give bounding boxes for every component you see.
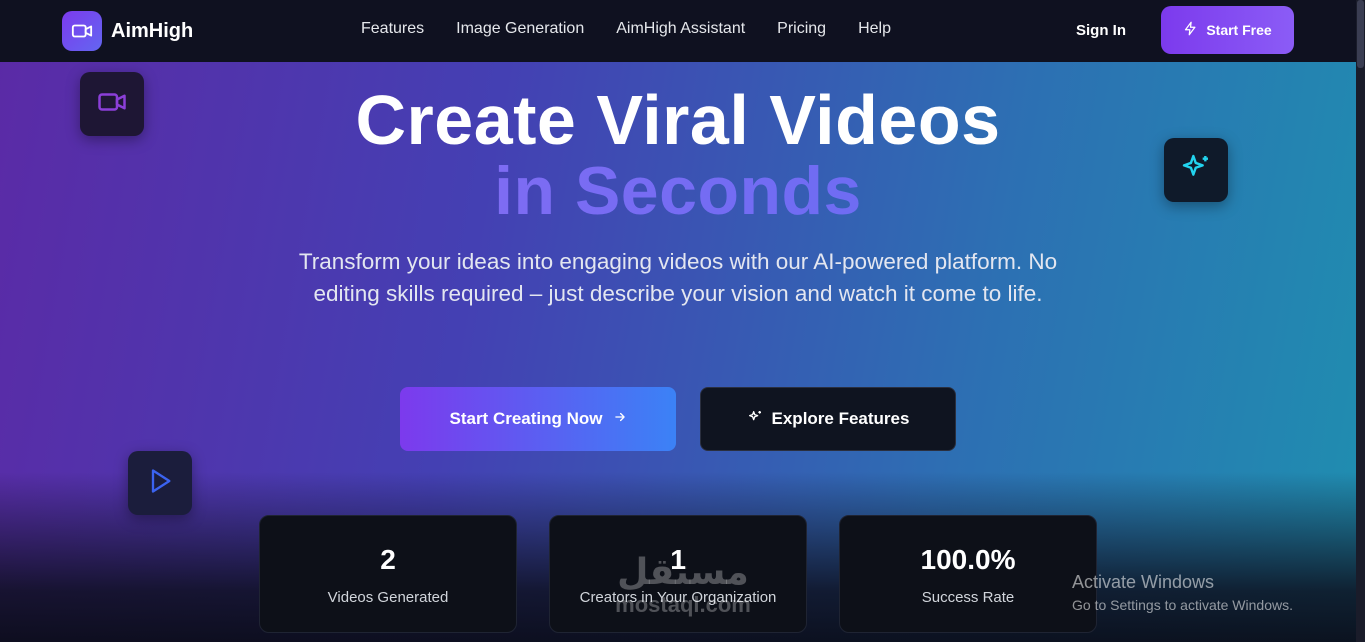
- nav-link-image-generation[interactable]: Image Generation: [456, 20, 584, 38]
- start-creating-button[interactable]: Start Creating Now: [400, 387, 676, 451]
- activate-title: Activate Windows: [1072, 572, 1215, 592]
- nav-link-assistant[interactable]: AimHigh Assistant: [616, 20, 745, 38]
- page-scrollbar[interactable]: [1356, 0, 1365, 642]
- brand-name: AimHigh: [111, 19, 194, 42]
- scrollbar-thumb[interactable]: [1357, 0, 1364, 68]
- activate-subtitle: Go to Settings to activate Windows.: [1072, 597, 1293, 613]
- start-free-button[interactable]: Start Free: [1161, 6, 1294, 54]
- floating-play-badge: [128, 451, 192, 515]
- nav-link-pricing[interactable]: Pricing: [777, 20, 826, 38]
- brand[interactable]: AimHigh: [62, 11, 193, 51]
- stat-card-success: 100.0% Success Rate: [839, 515, 1097, 633]
- explore-features-button[interactable]: Explore Features: [700, 387, 956, 451]
- stat-card-videos: 2 Videos Generated: [259, 515, 517, 633]
- watermark-arabic: مستقل: [617, 552, 749, 593]
- arrow-right-icon: [613, 409, 627, 429]
- activate-windows-notice: Activate Windows Go to Settings to activ…: [1072, 572, 1293, 613]
- hero-title: Create Viral Videos: [355, 81, 1001, 159]
- nav-links: Features Image Generation AimHigh Assist…: [361, 20, 923, 38]
- sparkles-icon: [747, 409, 763, 430]
- watermark-latin: mostaql.com: [615, 592, 751, 617]
- start-creating-label: Start Creating Now: [449, 409, 603, 428]
- stat-label: Videos Generated: [327, 589, 449, 606]
- explore-features-label: Explore Features: [771, 409, 910, 428]
- stat-label: Success Rate: [921, 589, 1015, 606]
- nav-link-features[interactable]: Features: [361, 20, 424, 38]
- top-navbar: AimHigh Features Image Generation AimHig…: [0, 0, 1356, 62]
- stat-value: 2: [380, 544, 396, 575]
- play-icon: [146, 467, 174, 500]
- lightning-icon: [1183, 21, 1198, 39]
- nav-link-help[interactable]: Help: [858, 20, 891, 38]
- stat-value: 100.0%: [920, 544, 1016, 575]
- mostaql-watermark: مستقل mostaql.com: [598, 552, 768, 618]
- start-free-label: Start Free: [1206, 22, 1272, 38]
- hero-title-highlight: in Seconds: [0, 152, 1356, 230]
- hero-subtitle: Transform your ideas into engaging video…: [298, 249, 1058, 306]
- sign-in-link[interactable]: Sign In: [1076, 22, 1126, 39]
- video-camera-icon: [62, 11, 102, 51]
